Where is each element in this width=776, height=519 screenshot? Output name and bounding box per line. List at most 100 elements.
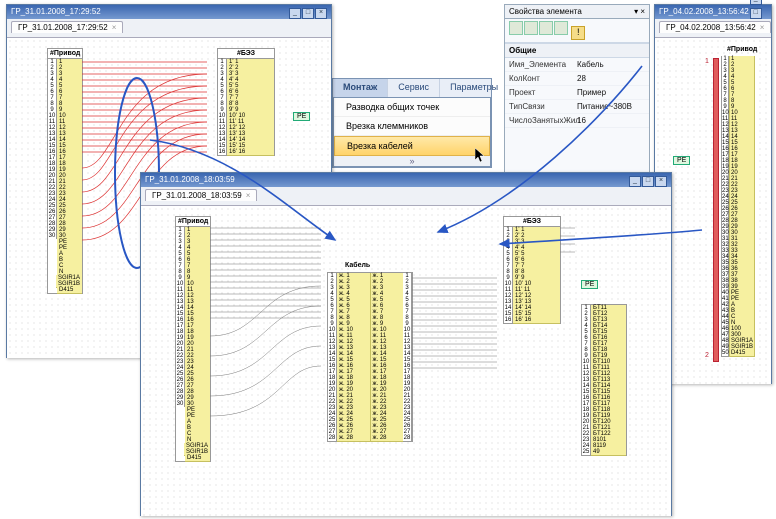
property-row: Имя_ЭлементаКабель [505, 58, 649, 72]
pin: 1616' 16 [504, 317, 560, 323]
tabstrip-top-left: ГР_31.01.2008_17:29:52× [7, 19, 331, 38]
property-row: ЧислоЗанятыхЖил16 [505, 114, 649, 128]
pin: D415 [48, 287, 82, 293]
doctab-close-icon[interactable]: × [760, 23, 765, 32]
tabstrip-right: ГР_04.02.2008_13:56:42× [655, 19, 771, 38]
property-value: Питание~380В [573, 100, 649, 113]
pin: 28ж. 28ж. 2828 [328, 435, 412, 441]
properties-section: Общие [505, 43, 649, 58]
pe-node-tl: PE [293, 112, 310, 121]
pin-number: 25 [582, 449, 591, 455]
bus-bar [713, 58, 719, 362]
tab-params[interactable]: Параметры [440, 79, 509, 97]
doctab-close-icon[interactable]: × [246, 191, 251, 200]
pin-label: 49 [591, 449, 626, 456]
block-privod-b: #Привод 11223344556677889910101111121213… [175, 216, 211, 462]
properties-toolbar: ! [505, 19, 649, 43]
pin: D415 [176, 455, 210, 461]
property-row: КолКонт28 [505, 72, 649, 86]
menu-expand-icon[interactable]: » [334, 156, 490, 166]
doctab-close-icon[interactable]: × [112, 23, 117, 32]
properties-title-label: Свойства элемента [509, 7, 582, 16]
pin-label: D415 [57, 287, 82, 294]
property-value: Пример [573, 86, 649, 99]
block-label-right: #Привод [727, 46, 757, 53]
pe-node-b: PE [581, 280, 598, 289]
workarea-right[interactable]: #Привод 11223344556677889910101111121213… [655, 38, 771, 384]
pin-label: 16' 16 [513, 317, 560, 324]
property-value: 16 [573, 114, 649, 127]
property-key: ЧислоЗанятыхЖил [505, 114, 573, 127]
pin-number: 50 [721, 350, 729, 357]
pin-number: 28 [403, 435, 412, 441]
window-buttons: _□× [288, 5, 327, 19]
max-icon[interactable]: □ [302, 8, 314, 19]
block-cable-b: 1ж. 1ж. 112ж. 2ж. 223ж. 3ж. 334ж. 4ж. 44… [327, 272, 413, 442]
properties-rows: Имя_ЭлементаКабельКолКонт28ПроектПримерТ… [505, 58, 649, 128]
block-header: #Привод [48, 49, 82, 59]
property-key: ТипСвязи [505, 100, 573, 113]
block-bez-b: #БЭЗ 11' 122' 233' 344' 455' 566' 677' 7… [503, 216, 561, 324]
properties-pin-icon[interactable]: ▾ × [634, 7, 645, 16]
tool-3[interactable] [539, 21, 553, 35]
pe-node-right: PE [673, 156, 690, 165]
min-icon[interactable]: _ [750, 0, 762, 5]
cursor-icon [475, 148, 486, 164]
property-key: Проект [505, 86, 573, 99]
property-key: КолКонт [505, 72, 573, 85]
property-key: Имя_Элемента [505, 58, 573, 71]
pin-label: 16' 16 [227, 149, 274, 156]
doctab-bottom[interactable]: ГР_31.01.2008_18:03:59× [145, 189, 257, 201]
titlebar-bottom[interactable]: ГР_31.01.2008_18:03:59 _□× [141, 173, 671, 187]
strip-right: 1122334455667788991010111112121313141415… [721, 56, 755, 356]
max-icon[interactable]: □ [750, 8, 762, 19]
close-icon[interactable]: × [655, 176, 667, 187]
pin-label: ж. 28 [370, 435, 404, 442]
property-row: ТипСвязиПитание~380В [505, 100, 649, 114]
title-right: ГР_04.02.2008_13:56:42 [659, 5, 749, 19]
tab-montage[interactable]: Монтаж [333, 79, 388, 97]
block-label-cable: Кабель [345, 262, 370, 269]
pin-number: 16 [218, 149, 227, 155]
pins: 11' 122' 233' 344' 455' 566' 677' 788' 8… [218, 59, 274, 155]
pin: 1616' 16 [218, 149, 274, 155]
pin: 50D415 [721, 350, 755, 356]
title-bottom: ГР_31.01.2008_18:03:59 [145, 173, 235, 187]
properties-title: Свойства элемента ▾ × [505, 5, 649, 19]
block-bez-tl: #БЭЗ 11' 122' 233' 344' 455' 566' 677' 7… [217, 48, 275, 156]
tool-2[interactable] [524, 21, 538, 35]
window-bottom: ГР_31.01.2008_18:03:59 _□× ГР_31.01.2008… [140, 172, 672, 516]
property-value: 28 [573, 72, 649, 85]
min-icon[interactable]: _ [629, 176, 641, 187]
ribbon-menu: Разводка общих точек Врезка клеммников В… [333, 97, 491, 167]
ribbon: Монтаж Сервис Параметры Разводка общих т… [332, 78, 492, 168]
pin-label: D415 [729, 350, 755, 357]
bus-pin-1: 1 [705, 58, 709, 65]
tool-bang-icon[interactable]: ! [571, 26, 585, 40]
tab-service[interactable]: Сервис [388, 79, 440, 97]
min-icon[interactable]: _ [289, 8, 301, 19]
pins: 1122334455667788991010111112121313141415… [48, 59, 82, 293]
max-icon[interactable]: □ [642, 176, 654, 187]
pin-number: 28 [328, 435, 337, 441]
tool-4[interactable] [554, 21, 568, 35]
doctab-top-left[interactable]: ГР_31.01.2008_17:29:52× [11, 21, 123, 33]
menu-item-razvodka[interactable]: Разводка общих точек [334, 98, 490, 117]
ribbon-tabs: Монтаж Сервис Параметры [333, 79, 491, 97]
titlebar-top-left[interactable]: ГР_31.01.2008_17:29:52 _□× [7, 5, 331, 19]
close-icon[interactable]: × [315, 8, 327, 19]
workarea-bottom[interactable]: #Привод 11223344556677889910101111121213… [141, 206, 671, 516]
tool-1[interactable] [509, 21, 523, 35]
menu-item-klemmniki[interactable]: Врезка клеммников [334, 117, 490, 136]
title-top-left: ГР_31.01.2008_17:29:52 [11, 5, 101, 19]
doctab-right[interactable]: ГР_04.02.2008_13:56:42× [659, 21, 771, 33]
property-row: ПроектПример [505, 86, 649, 100]
block-privod-tl: #Привод 11223344556677889910101111121213… [47, 48, 83, 294]
menu-item-kabeli[interactable]: Врезка кабелей [334, 136, 490, 156]
pin: 2549 [582, 449, 626, 455]
titlebar-right[interactable]: ГР_04.02.2008_13:56:42 _□× [655, 5, 771, 19]
bus-pin-2: 2 [705, 352, 709, 359]
properties-panel: Свойства элемента ▾ × ! Общие Имя_Элемен… [504, 4, 650, 174]
block-header: #БЭЗ [218, 49, 274, 59]
block-header: #Привод [176, 217, 210, 227]
